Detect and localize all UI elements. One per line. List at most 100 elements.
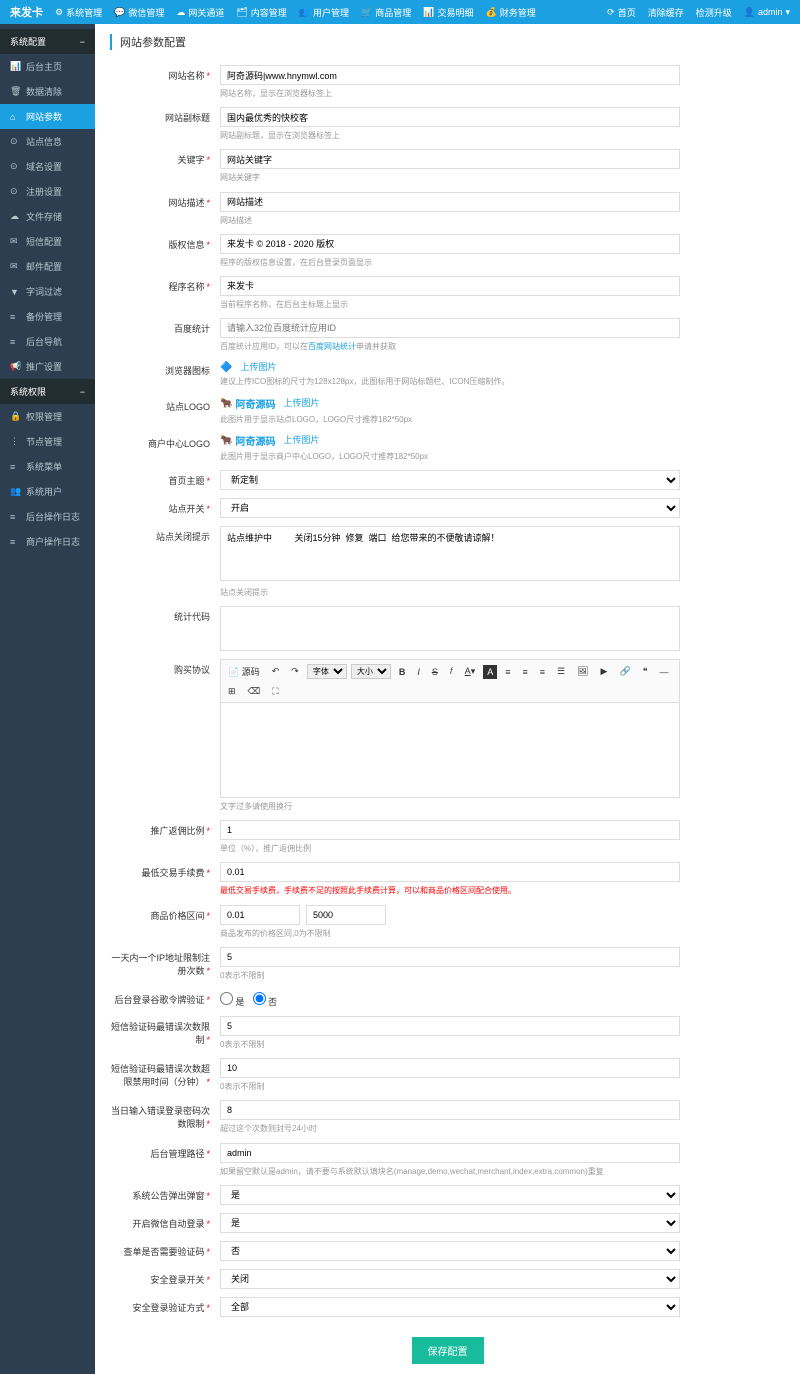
- sidebar-params[interactable]: ⌂网站参数: [0, 104, 95, 129]
- promo-input[interactable]: [220, 820, 680, 840]
- section-system[interactable]: 系统配置−: [0, 29, 95, 54]
- sidebar-adminlog[interactable]: ≡后台操作日志: [0, 504, 95, 529]
- editor-toolbar: 📄 源码 ↶↷ 字体 大小 B I S 𝑓 A▾ A ≡ ≡ ≡ ☰ 🖼 ▶ 🔗…: [220, 659, 680, 703]
- brand: 来发卡: [10, 4, 43, 20]
- sidebar-merchlog[interactable]: ≡商户操作日志: [0, 529, 95, 554]
- sidebar-sysuser[interactable]: 👥系统用户: [0, 479, 95, 504]
- searchcode-select[interactable]: 否: [220, 1241, 680, 1261]
- description-input[interactable]: [220, 192, 680, 212]
- sidebar-sms[interactable]: ✉短信配置: [0, 229, 95, 254]
- list-icon[interactable]: ☰: [553, 664, 569, 679]
- help: 网站名称，显示在浏览器标签上: [220, 88, 680, 99]
- nav-wechat[interactable]: 💬 微信管理: [114, 6, 164, 19]
- sidebar-storage[interactable]: ☁文件存储: [0, 204, 95, 229]
- nav-gateway[interactable]: ☁ 网关通道: [176, 6, 224, 19]
- editor-body[interactable]: [220, 703, 680, 798]
- switch-select[interactable]: 开启: [220, 498, 680, 518]
- captcha-yes[interactable]: 是: [220, 992, 245, 1008]
- sidebar-node[interactable]: ⋮节点管理: [0, 429, 95, 454]
- size-select[interactable]: 大小: [351, 664, 391, 679]
- sidebar-nav[interactable]: ≡后台导航: [0, 329, 95, 354]
- script-icon[interactable]: 𝑓: [446, 664, 457, 679]
- fullscreen-icon[interactable]: ⛶: [268, 684, 282, 699]
- sidebar-siteinfo[interactable]: ⊙站点信息: [0, 129, 95, 154]
- section-perm[interactable]: 系统权限−: [0, 379, 95, 404]
- src-btn[interactable]: 📄 源码: [224, 663, 264, 680]
- icon-preview: 🔷: [220, 362, 232, 373]
- media-icon[interactable]: ▶: [597, 664, 612, 679]
- copyright-input[interactable]: [220, 234, 680, 254]
- nav-trade[interactable]: 📊 交易明细: [423, 6, 473, 19]
- submit-button[interactable]: 保存配置: [412, 1337, 484, 1364]
- user-menu[interactable]: 👤 admin ▾: [744, 7, 790, 18]
- upload-sitelogo[interactable]: 上传图片: [283, 398, 319, 408]
- collapse-icon: −: [80, 37, 85, 47]
- sidebar-clean[interactable]: 🗑数据清除: [0, 79, 95, 104]
- baidu-input[interactable]: [220, 318, 680, 338]
- clear-cache[interactable]: 清除缓存: [648, 6, 684, 19]
- theme-select[interactable]: 新定制: [220, 470, 680, 490]
- keywords-input[interactable]: [220, 149, 680, 169]
- collapse-icon: −: [80, 387, 85, 397]
- nav-user[interactable]: 👥 用户管理: [299, 6, 349, 19]
- nav-product[interactable]: 🛒 商品管理: [361, 6, 411, 19]
- top-bar: 来发卡 ⚙ 系统管理 💬 微信管理 ☁ 网关通道 🗂 内容管理 👥 用户管理 🛒…: [0, 0, 800, 24]
- minfee-input[interactable]: [220, 862, 680, 882]
- undo-icon[interactable]: ↶: [268, 664, 284, 679]
- price-min-input[interactable]: [220, 905, 300, 925]
- sidebar-menu[interactable]: ≡系统菜单: [0, 454, 95, 479]
- sidebar-domain[interactable]: ⊙域名设置: [0, 154, 95, 179]
- baidu-link[interactable]: 百度网站统计: [308, 342, 356, 351]
- captcha-no[interactable]: 否: [253, 992, 278, 1008]
- home-link[interactable]: ⟳ 首页: [607, 6, 636, 19]
- hr-icon[interactable]: —: [656, 665, 673, 679]
- nav-finance[interactable]: 💰 财务管理: [486, 6, 536, 19]
- align-left-icon[interactable]: ≡: [501, 665, 514, 679]
- safelogin-select[interactable]: 关闭: [220, 1269, 680, 1289]
- page-title: 网站参数配置: [110, 34, 785, 50]
- italic-icon[interactable]: I: [413, 665, 424, 679]
- nav-system[interactable]: ⚙ 系统管理: [55, 6, 102, 19]
- table-icon[interactable]: ⊞: [224, 684, 240, 699]
- upload-icon[interactable]: 上传图片: [240, 362, 276, 372]
- sidebar: 系统配置− 📊后台主页 🗑数据清除 ⌂网站参数 ⊙站点信息 ⊙域名设置 ⊙注册设…: [0, 24, 95, 1374]
- iplimit-input[interactable]: [220, 947, 680, 967]
- close-tip-textarea[interactable]: 站点维护中 关闭15分钟 修复 端口 给您带来的不便敬请谅解！: [220, 526, 680, 581]
- sidebar-home[interactable]: 📊后台主页: [0, 54, 95, 79]
- adminroute-input[interactable]: [220, 1143, 680, 1163]
- wechat-select[interactable]: 是: [220, 1213, 680, 1233]
- sidebar-register[interactable]: ⊙注册设置: [0, 179, 95, 204]
- stat-code-box[interactable]: [220, 606, 680, 651]
- link-icon[interactable]: 🔗: [615, 664, 634, 679]
- align-right-icon[interactable]: ≡: [536, 665, 549, 679]
- merchant-logo-preview: 🐂阿奇源码: [220, 433, 275, 448]
- upload-merchlogo[interactable]: 上传图片: [283, 435, 319, 445]
- sidebar-perm[interactable]: 🔒权限管理: [0, 404, 95, 429]
- price-max-input[interactable]: [306, 905, 386, 925]
- redo-icon[interactable]: ↷: [287, 664, 303, 679]
- bgcolor-icon[interactable]: A: [483, 665, 497, 679]
- safemethod-select[interactable]: 全部: [220, 1297, 680, 1317]
- sidebar-promo[interactable]: 📢推广设置: [0, 354, 95, 379]
- strike-icon[interactable]: S: [428, 665, 442, 679]
- program-input[interactable]: [220, 276, 680, 296]
- color-icon[interactable]: A▾: [461, 664, 480, 679]
- subtitle-input[interactable]: [220, 107, 680, 127]
- site-logo-preview: 🐂阿奇源码: [220, 396, 275, 411]
- nav-content[interactable]: 🗂 内容管理: [236, 6, 286, 19]
- site-name-input[interactable]: [220, 65, 680, 85]
- font-select[interactable]: 字体: [307, 664, 347, 679]
- check-update[interactable]: 检测升级: [696, 6, 732, 19]
- sidebar-filter[interactable]: ▼字词过滤: [0, 279, 95, 304]
- notice-select[interactable]: 是: [220, 1185, 680, 1205]
- smsban-input[interactable]: [220, 1058, 680, 1078]
- clear-icon[interactable]: ⌫: [244, 684, 265, 699]
- bold-icon[interactable]: B: [395, 665, 410, 679]
- sidebar-backup[interactable]: ≡备份管理: [0, 304, 95, 329]
- smslimit-input[interactable]: [220, 1016, 680, 1036]
- pwdwrong-input[interactable]: [220, 1100, 680, 1120]
- align-center-icon[interactable]: ≡: [519, 665, 532, 679]
- quote-icon[interactable]: ❝: [639, 664, 652, 679]
- image-icon[interactable]: 🖼: [573, 664, 592, 679]
- sidebar-mail[interactable]: ✉邮件配置: [0, 254, 95, 279]
